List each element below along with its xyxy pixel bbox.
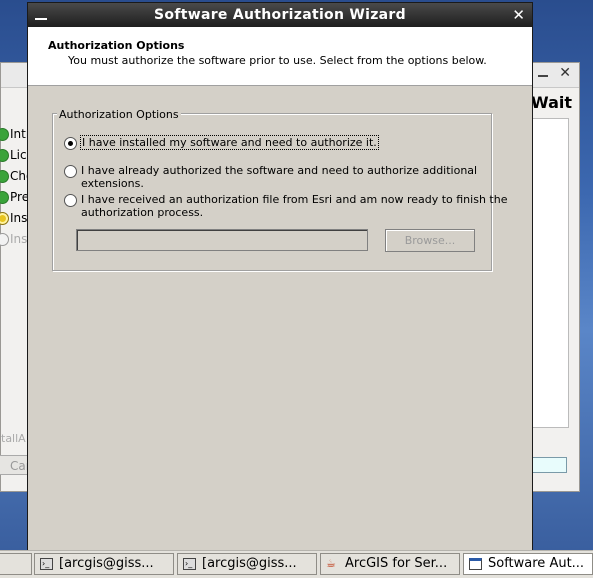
- radio-button-checked[interactable]: [64, 137, 77, 150]
- window-icon: [469, 558, 482, 570]
- taskbar-item-label: [arcgis@giss...: [59, 556, 154, 571]
- step-done-icon: [0, 128, 9, 141]
- step-pending-icon: [0, 233, 9, 246]
- authorization-wizard-dialog: Software Authorization Wizard ✕ Authoriz…: [27, 2, 533, 554]
- taskbar-item-software-auth[interactable]: Software Aut...: [463, 553, 593, 575]
- taskbar-item-terminal-2[interactable]: [arcgis@giss...: [177, 553, 317, 575]
- dialog-titlebar[interactable]: Software Authorization Wizard ✕: [28, 3, 532, 27]
- taskbar-item-arcgis[interactable]: ArcGIS for Ser...: [320, 553, 460, 575]
- option-label: I have received an authorization file fr…: [81, 193, 507, 219]
- taskbar-item-label: Software Aut...: [488, 556, 585, 571]
- dialog-title: Software Authorization Wizard: [154, 7, 406, 23]
- wait-label: Wait: [531, 93, 573, 112]
- dialog-header: Authorization Options You must authorize…: [28, 27, 532, 86]
- authorization-options-group: Authorization Options I have installed m…: [52, 108, 507, 271]
- option-label-line1: I have already authorized the software a…: [81, 164, 478, 177]
- installer-progress-bar: [531, 457, 567, 473]
- close-icon[interactable]: ✕: [559, 65, 571, 81]
- minimize-icon[interactable]: [537, 67, 549, 79]
- java-icon: [326, 554, 339, 574]
- step-done-icon: [0, 149, 9, 162]
- terminal-icon: [40, 554, 53, 574]
- step-done-icon: [0, 170, 9, 183]
- taskbar-item-label: ArcGIS for Ser...: [345, 556, 448, 571]
- terminal-icon: [183, 554, 196, 574]
- browse-button[interactable]: Browse...: [385, 229, 475, 252]
- installer-content-panel: [531, 118, 569, 428]
- option-label: I have already authorized the software a…: [81, 164, 477, 190]
- option-label-line1: I have received an authorization file fr…: [81, 193, 508, 206]
- header-title: Authorization Options: [48, 39, 185, 52]
- group-label: Authorization Options: [57, 108, 181, 121]
- authorization-file-input[interactable]: [76, 229, 368, 251]
- taskbar-item-terminal-1[interactable]: [arcgis@giss...: [34, 553, 174, 575]
- taskbar-item-hidden[interactable]: [0, 553, 32, 575]
- option-label: I have installed my software and need to…: [80, 135, 379, 150]
- radio-button[interactable]: [64, 194, 77, 207]
- header-description: You must authorize the software prior to…: [68, 54, 487, 67]
- radio-button[interactable]: [64, 165, 77, 178]
- step-done-icon: [0, 191, 9, 204]
- taskbar: [arcgis@giss... [arcgis@giss... ArcGIS f…: [0, 550, 593, 578]
- option-label-line2: authorization process.: [81, 206, 204, 219]
- close-icon[interactable]: ✕: [512, 6, 525, 24]
- step-current-icon: [0, 212, 9, 225]
- option-label-line2: extensions.: [81, 177, 144, 190]
- installer-footer-text: tallA: [1, 432, 26, 445]
- taskbar-item-label: [arcgis@giss...: [202, 556, 297, 571]
